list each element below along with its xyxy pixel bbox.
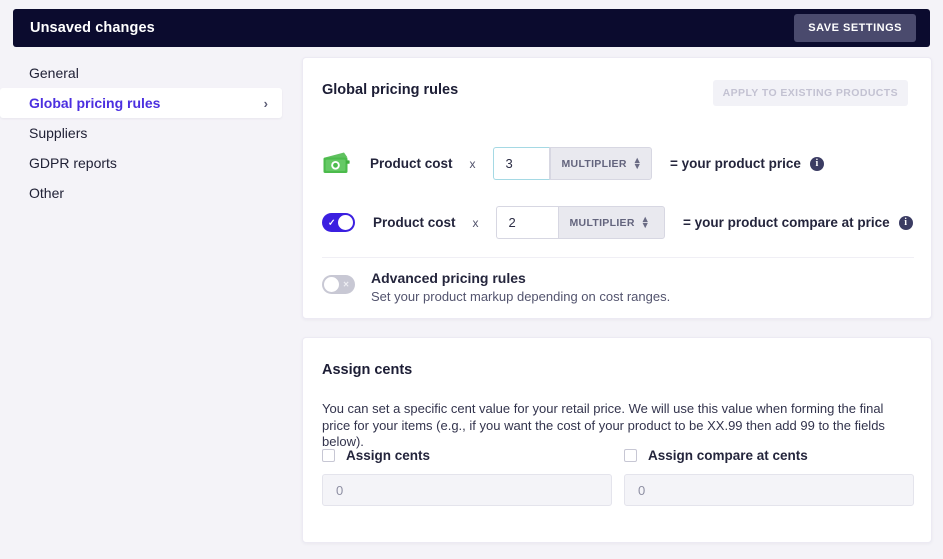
chevron-right-icon: › — [263, 95, 268, 111]
assign-cents-title: Assign cents — [322, 362, 413, 378]
sidebar-item-label: Suppliers — [29, 125, 88, 141]
settings-sidebar: General Global pricing rules › Suppliers… — [0, 58, 282, 208]
compare-at-price-toggle[interactable]: ✓ — [322, 213, 355, 232]
spinner-arrows-icon: ▲ ▼ — [640, 213, 650, 230]
assign-cents-checkbox[interactable] — [322, 449, 335, 462]
assign-cents-checkbox-label: Assign cents — [346, 448, 431, 463]
pricing-card-title: Global pricing rules — [322, 82, 459, 98]
sidebar-item-label: General — [29, 65, 79, 81]
sidebar-item-label: Global pricing rules — [29, 95, 161, 111]
info-icon[interactable]: i — [898, 215, 913, 230]
assign-compare-at-cents-input[interactable] — [624, 474, 914, 506]
spinner-arrows-icon: ▲ ▼ — [632, 154, 642, 171]
assign-cents-checkbox-row: Assign cents — [322, 448, 612, 463]
advanced-pricing-text: Advanced pricing rules Set your product … — [371, 270, 670, 304]
advanced-pricing-rules-section: × Advanced pricing rules Set your produc… — [322, 270, 670, 304]
close-icon: × — [343, 279, 349, 290]
rule-label: Product cost — [373, 215, 456, 230]
multiply-operator: x — [469, 156, 476, 171]
compare-multiplier-input-group: MULTIPLIER ▲▼ — [495, 206, 665, 239]
multiplier-input-group: MULTIPLIER ▲▼ — [492, 147, 652, 180]
product-price-unit-select[interactable]: MULTIPLIER ▲ ▼ — [549, 147, 652, 180]
unsaved-changes-bar: Unsaved changes SAVE SETTINGS — [13, 9, 930, 47]
section-divider — [322, 257, 914, 258]
sidebar-item-label: Other — [29, 185, 65, 201]
assign-cents-columns: Assign cents Assign compare at cents — [322, 448, 914, 506]
info-icon[interactable]: i — [809, 156, 824, 171]
product-price-result-text: = your product price — [669, 156, 801, 171]
unit-select-label: MULTIPLIER — [569, 216, 635, 229]
sidebar-item-other[interactable]: Other — [0, 178, 282, 208]
assign-cents-description: You can set a specific cent value for yo… — [322, 401, 885, 450]
save-settings-button[interactable]: SAVE SETTINGS — [794, 14, 916, 42]
assign-compare-at-cents-checkbox-label: Assign compare at cents — [648, 448, 808, 463]
compare-at-price-multiplier-input[interactable] — [495, 206, 558, 239]
assign-compare-at-cents-column: Assign compare at cents — [624, 448, 914, 506]
sidebar-item-global-pricing-rules[interactable]: Global pricing rules › — [0, 88, 282, 118]
advanced-pricing-rules-toggle[interactable]: × — [322, 275, 355, 294]
product-price-multiplier-input[interactable] — [492, 147, 550, 180]
sidebar-item-general[interactable]: General — [0, 58, 282, 88]
advanced-pricing-subtitle: Set your product markup depending on cos… — [371, 289, 671, 304]
assign-cents-card: Assign cents You can set a specific cent… — [302, 337, 932, 543]
sidebar-item-suppliers[interactable]: Suppliers — [0, 118, 282, 148]
rule-label: Product cost — [370, 156, 453, 171]
assign-cents-input[interactable] — [322, 474, 612, 506]
advanced-pricing-title: Advanced pricing rules — [371, 270, 526, 286]
apply-to-existing-products-button[interactable]: APPLY TO EXISTING PRODUCTS — [712, 80, 908, 106]
assign-compare-at-cents-checkbox-row: Assign compare at cents — [624, 448, 914, 463]
pricing-rule-row-product-price: Product cost x MULTIPLIER ▲▼ = your prod… — [322, 147, 824, 180]
compare-at-price-result-text: = your product compare at price — [682, 215, 890, 230]
toggle-knob — [338, 215, 353, 230]
toggle-knob — [324, 277, 339, 292]
wallet-icon — [322, 151, 352, 177]
unsaved-changes-title: Unsaved changes — [30, 20, 155, 36]
compare-at-price-unit-select[interactable]: MULTIPLIER ▲ ▼ — [557, 206, 665, 239]
multiply-operator: x — [472, 215, 479, 230]
unit-select-label: MULTIPLIER — [561, 157, 627, 170]
sidebar-item-label: GDPR reports — [29, 155, 117, 171]
assign-compare-at-cents-checkbox[interactable] — [624, 449, 637, 462]
pricing-rule-row-compare-at-price: ✓ Product cost x MULTIPLIER ▲▼ = your pr… — [322, 206, 913, 239]
global-pricing-rules-card: Global pricing rules APPLY TO EXISTING P… — [302, 57, 932, 319]
check-icon: ✓ — [328, 217, 336, 227]
assign-cents-column: Assign cents — [322, 448, 612, 506]
sidebar-item-gdpr-reports[interactable]: GDPR reports — [0, 148, 282, 178]
